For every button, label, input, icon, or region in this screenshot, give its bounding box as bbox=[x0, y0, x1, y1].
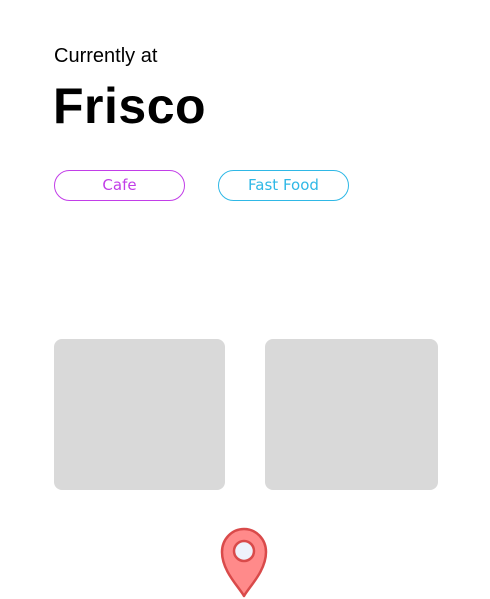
map-pin-body bbox=[220, 527, 268, 598]
place-card-2[interactable] bbox=[265, 339, 438, 490]
tag-fast-food[interactable]: Fast Food bbox=[218, 170, 349, 201]
tag-cafe[interactable]: Cafe bbox=[54, 170, 185, 201]
map-pin-center bbox=[232, 539, 256, 563]
map-pin-icon[interactable] bbox=[220, 527, 268, 598]
place-card-1[interactable] bbox=[54, 339, 225, 490]
page-title: Frisco bbox=[53, 78, 207, 134]
location-subtitle: Currently at bbox=[54, 45, 158, 67]
